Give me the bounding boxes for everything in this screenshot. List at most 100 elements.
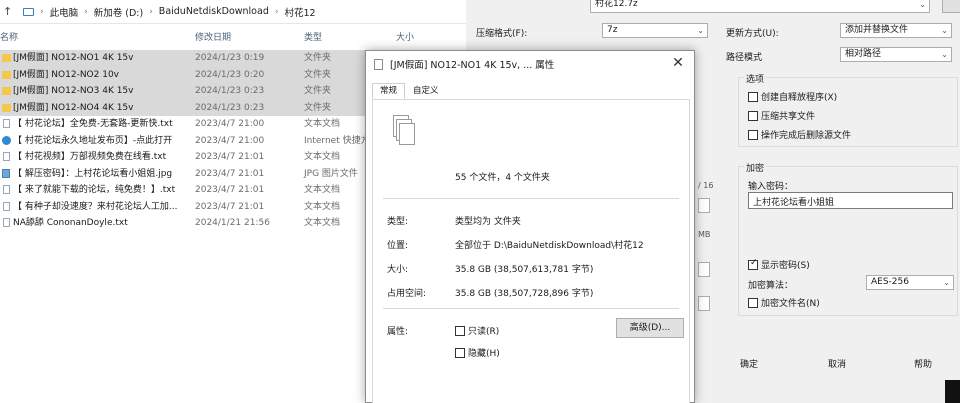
column-type[interactable]: 类型 — [304, 30, 322, 43]
folder-icon — [2, 54, 11, 62]
chevron-right-icon: › — [274, 6, 279, 17]
tab-general[interactable]: 常规 — [372, 83, 406, 99]
chevron-right-icon: › — [40, 6, 44, 17]
file-date: 2024/1/23 0:23 — [195, 86, 265, 96]
chevron-down-icon: ⌄ — [943, 278, 950, 287]
memory-usage-fragment: MB — [698, 230, 711, 239]
breadcrumb-baidunetdisk[interactable]: BaiduNetdiskDownload — [159, 6, 269, 17]
readonly-checkbox[interactable]: 只读(R) — [455, 324, 499, 337]
partial-input[interactable] — [698, 262, 710, 277]
hidden-label: 隐藏(H) — [468, 349, 500, 359]
checkbox-box — [748, 91, 758, 102]
file-type: 文件夹 — [304, 102, 332, 113]
text-file-icon — [3, 119, 10, 128]
file-name: 【 村花视频】万部视频免费在线看.txt — [13, 152, 167, 162]
file-date: 2023/4/7 21:01 — [195, 152, 265, 162]
chevron-right-icon: › — [149, 6, 153, 17]
file-name: 【 解压密码】：上村花论坛看小姐姐.jpg — [13, 168, 173, 179]
partial-input[interactable] — [698, 296, 710, 311]
file-date: 2023/4/7 21:01 — [195, 201, 265, 212]
cancel-button[interactable]: 取消 — [790, 356, 884, 374]
help-button[interactable]: 帮助 — [876, 356, 960, 374]
folder-icon — [2, 87, 11, 95]
type-label: 类型: — [387, 217, 409, 227]
partial-input[interactable] — [698, 198, 710, 213]
column-size[interactable]: 大小 — [396, 30, 414, 43]
options-group-label: 选项 — [744, 72, 767, 85]
location-value: 全部位于 D:\BaiduNetdiskDownload\村花12 — [455, 241, 644, 251]
password-input[interactable]: 上村花论坛看小姐姐 — [748, 192, 953, 209]
dialog-title-bar[interactable]: [JM假面] NO12-NO1 4K 15v, ... 属性 ✕ — [366, 51, 694, 77]
browse-button[interactable] — [942, 0, 960, 13]
file-name: 【 有种子却没速度？来村花论坛人工加... — [13, 201, 178, 212]
address-bar[interactable]: ↑ › 此电脑 › 新加卷 (D:) › BaiduNetdiskDownloa… — [0, 0, 470, 24]
update-mode-select[interactable]: 添加并替换文件 ⌄ — [840, 23, 952, 38]
encryption-method-value: AES-256 — [871, 277, 909, 287]
file-date: 2024/1/21 21:56 — [195, 218, 270, 228]
password-value: 上村花论坛看小姐姐 — [753, 198, 835, 208]
shared-files-label: 压缩共享文件 — [761, 112, 816, 122]
ok-button[interactable]: 确定 — [702, 356, 796, 374]
up-arrow-icon[interactable]: ↑ — [3, 5, 17, 18]
password-label: 输入密码： — [748, 182, 794, 192]
format-select[interactable]: 7z ⌄ — [602, 23, 708, 38]
internet-shortcut-icon — [2, 135, 11, 145]
file-name: [JM假面] NO12-NO4 4K 15v — [13, 102, 134, 113]
column-name[interactable]: 名称 — [0, 30, 18, 43]
readonly-label: 只读(R) — [468, 327, 500, 337]
checkbox-box — [455, 325, 465, 336]
file-type: JPG 图片文件 — [304, 168, 358, 179]
file-name: NA舔舔 CononanDoyle.txt — [13, 218, 128, 228]
file-type: 文件夹 — [304, 86, 332, 96]
breadcrumb-current-folder[interactable]: 村花12 — [284, 5, 315, 19]
hidden-checkbox[interactable]: 隐藏(H) — [455, 346, 500, 359]
update-mode-label: 更新方式(U): — [726, 29, 779, 39]
file-type: Internet 快捷方 — [304, 135, 370, 146]
advanced-button[interactable]: 高级(D)... — [616, 318, 684, 338]
show-password-checkbox[interactable]: 显示密码(S) — [748, 258, 810, 271]
breadcrumb-drive-d[interactable]: 新加卷 (D:) — [94, 5, 143, 19]
encryption-method-select[interactable]: AES-256 ⌄ — [866, 275, 954, 290]
location-label: 位置: — [387, 241, 409, 251]
properties-dialog: [JM假面] NO12-NO1 4K 15v, ... 属性 ✕ 常规 自定义 … — [365, 50, 695, 403]
multiple-files-icon — [393, 115, 419, 149]
file-name: 【 来了就能下载的论坛，纯免费！】.txt — [13, 185, 176, 195]
file-date: 2023/4/7 21:01 — [195, 168, 265, 179]
tab-custom[interactable]: 自定义 — [405, 83, 447, 99]
sfx-label: 创建自释放程序(X) — [761, 93, 838, 103]
sfx-checkbox[interactable]: 创建自释放程序(X) — [748, 90, 837, 103]
file-date: 2023/4/7 21:01 — [195, 185, 265, 195]
close-icon[interactable]: ✕ — [670, 55, 686, 71]
encrypt-names-label: 加密文件名(N) — [761, 299, 820, 309]
archive-name-field[interactable]: 村花12.7z ⌄ — [590, 0, 930, 13]
folder-icon — [2, 103, 11, 112]
shared-files-checkbox[interactable]: 压缩共享文件 — [748, 109, 815, 122]
breadcrumb-this-pc[interactable]: 此电脑 — [50, 5, 79, 19]
file-name: [JM假面] NO12-NO3 4K 15v — [13, 86, 134, 96]
path-mode-label: 路径模式 — [726, 53, 763, 63]
format-value: 7z — [607, 25, 618, 35]
separator — [383, 198, 679, 199]
archive-name-value: 村花12.7z — [595, 0, 638, 9]
file-name: [JM假面] NO12-NO2 10v — [13, 69, 120, 80]
path-mode-value: 相对路径 — [845, 49, 882, 59]
text-file-icon — [3, 152, 10, 161]
file-type: 文本文档 — [304, 185, 341, 195]
checkbox-box — [748, 129, 758, 140]
file-date: 2024/1/23 0:23 — [195, 102, 265, 113]
file-type: 文本文档 — [304, 152, 341, 162]
format-label: 压缩格式(F): — [476, 29, 528, 39]
dark-background-strip — [945, 380, 960, 403]
chevron-right-icon: › — [84, 6, 88, 17]
column-date[interactable]: 修改日期 — [195, 30, 231, 43]
dictionary-size-fragment: / 16 — [698, 181, 714, 190]
encryption-method-label: 加密算法： — [748, 281, 794, 291]
encrypt-names-checkbox[interactable]: 加密文件名(N) — [748, 296, 820, 309]
delete-after-checkbox[interactable]: 操作完成后删除源文件 — [748, 128, 851, 141]
general-tab-panel: 55 个文件，4 个文件夹 类型: 类型均为 文件夹 位置: 全部位于 D:\B… — [372, 99, 690, 403]
path-mode-select[interactable]: 相对路径 ⌄ — [840, 47, 952, 62]
file-date: 2023/4/7 21:00 — [195, 135, 265, 146]
text-file-icon — [3, 185, 10, 194]
text-file-icon — [3, 218, 10, 227]
checkbox-box-checked — [748, 258, 758, 270]
